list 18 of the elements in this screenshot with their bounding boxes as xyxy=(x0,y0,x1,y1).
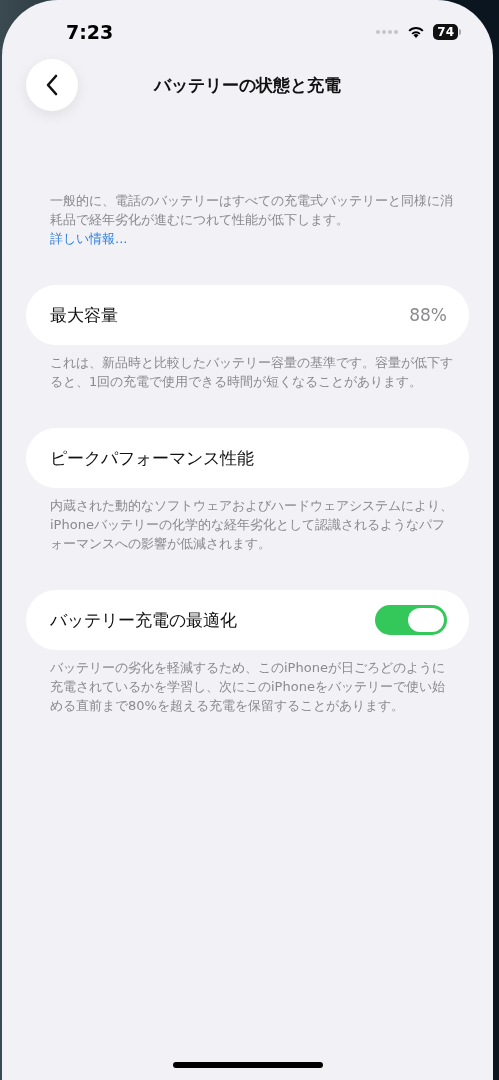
row-label: 最大容量 xyxy=(50,303,118,327)
learn-more-link[interactable]: 詳しい情報... xyxy=(50,229,128,248)
status-time: 7:23 xyxy=(66,21,114,43)
section-footer: これは、新品時と比較したバッテリー容量の基準です。容量が低下すると、1回の充電で使用できる時間が短くなることがあります。 xyxy=(2,345,493,391)
row-value: 88% xyxy=(409,305,447,325)
chevron-left-icon xyxy=(46,74,58,96)
wifi-icon xyxy=(407,25,426,39)
settings-row[interactable]: ピークパフォーマンス性能 xyxy=(26,428,469,488)
settings-row[interactable]: 最大容量 88% xyxy=(26,285,469,345)
row-label: ピークパフォーマンス性能 xyxy=(50,446,254,470)
section-footer: 内蔵された動的なソフトウェアおよびハードウェアシステムにより、iPhoneバッテリーの化学的な経年劣化として認識されるようなパフォーマンスへの影響が低減されます。 xyxy=(2,488,493,553)
signal-icon xyxy=(375,29,400,35)
back-button[interactable] xyxy=(26,59,78,111)
battery-icon: 74 xyxy=(433,24,461,40)
row-label: バッテリー充電の最適化 xyxy=(50,608,237,632)
toggle-switch[interactable] xyxy=(375,605,447,635)
section-footer: バッテリーの劣化を軽減するため、このiPhoneが日ごろどのように充電されているかを学習し、次にこのiPhoneをバッテリーで使い始める直前まで80%を超える充電を保留することがあります。 xyxy=(2,650,493,715)
page-title: バッテリーの状態と充電 xyxy=(154,73,341,97)
